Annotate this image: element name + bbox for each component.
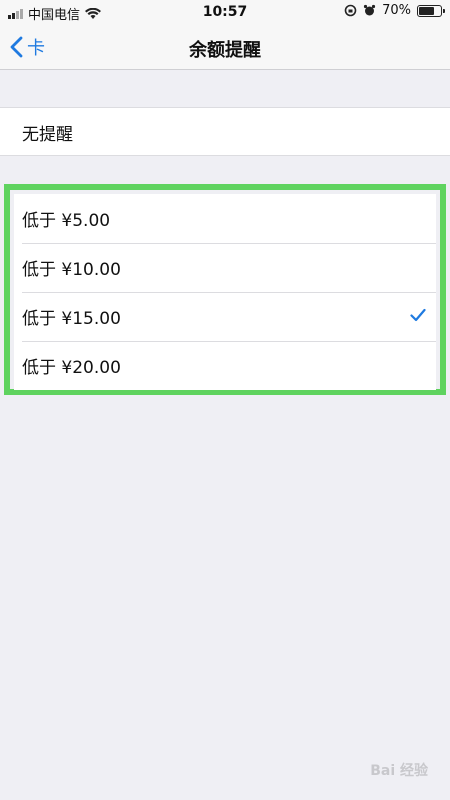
option-below-5[interactable]: 低于 ¥5.00: [14, 194, 436, 243]
battery-fill: [419, 6, 434, 15]
option-below-15[interactable]: 低于 ¥15.00: [14, 292, 436, 341]
option-label: 低于 ¥15.00: [22, 309, 121, 329]
option-below-20[interactable]: 低于 ¥20.00: [14, 341, 436, 390]
navigation-bar: 卡 余额提醒: [0, 24, 450, 70]
page-title: 余额提醒: [189, 40, 261, 61]
battery-percent: 70%: [382, 3, 411, 18]
option-label: 低于 ¥5.00: [22, 211, 111, 231]
battery-icon: [417, 4, 445, 17]
option-below-10[interactable]: 低于 ¥10.00: [14, 243, 436, 292]
option-label: 低于 ¥10.00: [22, 260, 121, 280]
status-right: 70%: [344, 3, 445, 18]
no-reminder-label: 无提醒: [22, 125, 73, 145]
option-label: 低于 ¥20.00: [22, 358, 121, 378]
threshold-options-list: 低于 ¥5.00 低于 ¥10.00 低于 ¥15.00 低于 ¥20.00: [14, 194, 436, 390]
no-reminder-section: 无提醒: [0, 107, 450, 156]
watermark: Bai 经验: [370, 763, 428, 779]
rotation-lock-icon: [344, 4, 357, 17]
checkmark-icon: [410, 308, 426, 322]
no-reminder-option[interactable]: 无提醒: [0, 108, 450, 157]
status-bar: 中国电信 10:57 70%: [0, 0, 450, 24]
alarm-icon: [363, 4, 376, 16]
